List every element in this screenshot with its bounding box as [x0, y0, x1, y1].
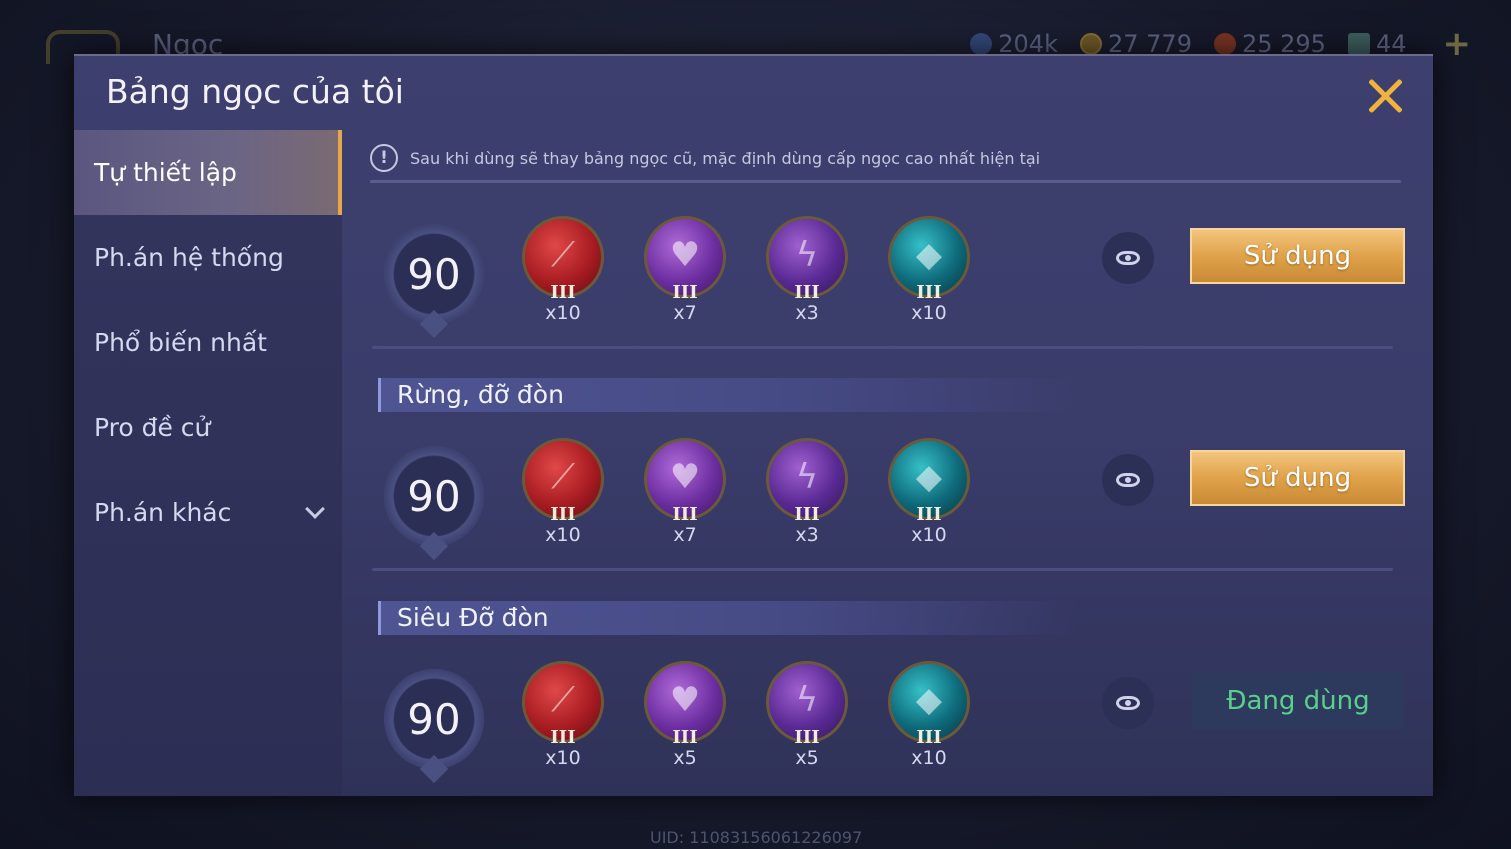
dialog-title: Bảng ngọc của tôi [106, 72, 404, 111]
purple-gem[interactable]: ♥ III x7 [644, 438, 726, 546]
sword-gem-icon: ⟋ III [522, 661, 604, 748]
sidebar-item-system[interactable]: Ph.án hệ thống [74, 215, 342, 300]
gem-count: x10 [911, 747, 947, 769]
gem-count: x7 [673, 302, 697, 324]
red-gem[interactable]: ⟋ III x10 [522, 661, 604, 769]
gem-count: x10 [911, 302, 947, 324]
lightning-gem-icon: ϟ III [766, 438, 848, 525]
gem-tier: III [550, 504, 576, 525]
gem-tier: III [672, 504, 698, 525]
violet-gem[interactable]: ϟ III x5 [766, 661, 848, 769]
rune-page-name: Siêu Đỡ đòn [378, 601, 1078, 635]
gem-tier: III [794, 282, 820, 303]
in-use-button[interactable]: Đang dùng [1192, 673, 1404, 729]
sidebar-item-pro[interactable]: Pro đề cử [74, 385, 342, 470]
gem-count: x3 [795, 524, 819, 546]
red-gem[interactable]: ⟋ III x10 [522, 216, 604, 324]
gem-count: x10 [545, 524, 581, 546]
sword-gem-icon: ⟋ III [522, 438, 604, 525]
eye-icon [1116, 473, 1140, 487]
close-button[interactable] [1365, 76, 1405, 116]
sidebar: Tự thiết lập Ph.án hệ thống Phổ biến nhấ… [74, 130, 342, 796]
preview-button[interactable] [1102, 232, 1154, 284]
sword-gem-icon: ⟋ III [522, 216, 604, 303]
add-currency-button[interactable]: + [1443, 24, 1472, 64]
gem-count: x5 [795, 747, 819, 769]
chevron-down-icon [305, 499, 325, 519]
heart-gem-icon: ♥ III [644, 438, 726, 525]
gem-tier: III [916, 282, 942, 303]
violet-gem[interactable]: ϟ III x3 [766, 216, 848, 324]
eye-icon [1116, 251, 1140, 265]
gem-tier: III [672, 727, 698, 748]
sidebar-item-label: Ph.án khác [94, 498, 232, 527]
sidebar-item-popular[interactable]: Phổ biến nhất [74, 300, 342, 385]
level-badge: 90 [384, 446, 484, 561]
gem-count: x10 [545, 302, 581, 324]
sidebar-item-label: Ph.án hệ thống [94, 243, 284, 272]
notice-text: Sau khi dùng sẽ thay bảng ngọc cũ, mặc đ… [410, 148, 1041, 168]
rune-page-row: Siêu Đỡ đòn 90 ⟋ III x10 ♥ III x5 ϟ III x5 … [342, 601, 1433, 796]
gem-tier: III [794, 727, 820, 748]
crystal-gem-icon: ◆ III [888, 216, 970, 303]
preview-button[interactable] [1102, 677, 1154, 729]
use-button[interactable]: Sử dụng [1190, 228, 1405, 284]
info-icon: ! [370, 144, 398, 172]
notice-divider [370, 180, 1401, 183]
gem-tier: III [794, 504, 820, 525]
eye-icon [1116, 696, 1140, 710]
sidebar-item-label: Phổ biến nhất [94, 328, 267, 357]
purple-gem[interactable]: ♥ III x7 [644, 216, 726, 324]
diamond-icon [970, 33, 993, 55]
crystal-gem-icon: ◆ III [888, 438, 970, 525]
row-divider [372, 568, 1393, 571]
heart-gem-icon: ♥ III [644, 216, 726, 303]
red-gem[interactable]: ⟋ III x10 [522, 438, 604, 546]
teal-gem[interactable]: ◆ III x10 [888, 438, 970, 546]
use-button[interactable]: Sử dụng [1190, 450, 1405, 506]
gem-tier: III [916, 504, 942, 525]
gem-count: x10 [545, 747, 581, 769]
level-badge: 90 [384, 224, 484, 339]
lightning-gem-icon: ϟ III [766, 661, 848, 748]
notice: ! Sau khi dùng sẽ thay bảng ngọc cũ, mặc… [370, 144, 1040, 172]
voucher-icon [1347, 33, 1370, 55]
level-number: 90 [407, 694, 461, 744]
rune-page-name: Rừng, đỡ đòn [378, 378, 1078, 412]
gem-tier: III [672, 282, 698, 303]
level-number: 90 [407, 471, 461, 521]
teal-gem[interactable]: ◆ III x10 [888, 216, 970, 324]
level-number: 90 [407, 249, 461, 299]
rune-page-row: Rừng, đỡ đòn 90 ⟋ III x10 ♥ III x7 ϟ III x3… [342, 378, 1433, 601]
gem-tier: III [550, 727, 576, 748]
gem-count: x7 [673, 524, 697, 546]
sidebar-item-label: Tự thiết lập [94, 158, 237, 187]
gem-count: x10 [911, 524, 947, 546]
level-badge: 90 [384, 669, 484, 784]
sidebar-item-label: Pro đề cử [94, 413, 211, 442]
sidebar-item-custom[interactable]: Tự thiết lập [74, 130, 342, 215]
ruby-icon [1213, 33, 1236, 55]
heart-gem-icon: ♥ III [644, 661, 726, 748]
preview-button[interactable] [1102, 454, 1154, 506]
row-divider [372, 346, 1393, 349]
sidebar-item-other[interactable]: Ph.án khác [74, 470, 342, 555]
purple-gem[interactable]: ♥ III x5 [644, 661, 726, 769]
rune-pages-content: ! Sau khi dùng sẽ thay bảng ngọc cũ, mặc… [342, 130, 1433, 796]
crystal-gem-icon: ◆ III [888, 661, 970, 748]
gem-tier: III [916, 727, 942, 748]
player-uid: UID: 11083156061226097 [650, 828, 863, 847]
gem-tier: III [550, 282, 576, 303]
gold-coin-icon [1079, 33, 1102, 55]
gem-count: x5 [673, 747, 697, 769]
violet-gem[interactable]: ϟ III x3 [766, 438, 848, 546]
rune-pages-dialog: Bảng ngọc của tôi Tự thiết lập Ph.án hệ … [74, 54, 1433, 796]
lightning-gem-icon: ϟ III [766, 216, 848, 303]
teal-gem[interactable]: ◆ III x10 [888, 661, 970, 769]
gem-count: x3 [795, 302, 819, 324]
